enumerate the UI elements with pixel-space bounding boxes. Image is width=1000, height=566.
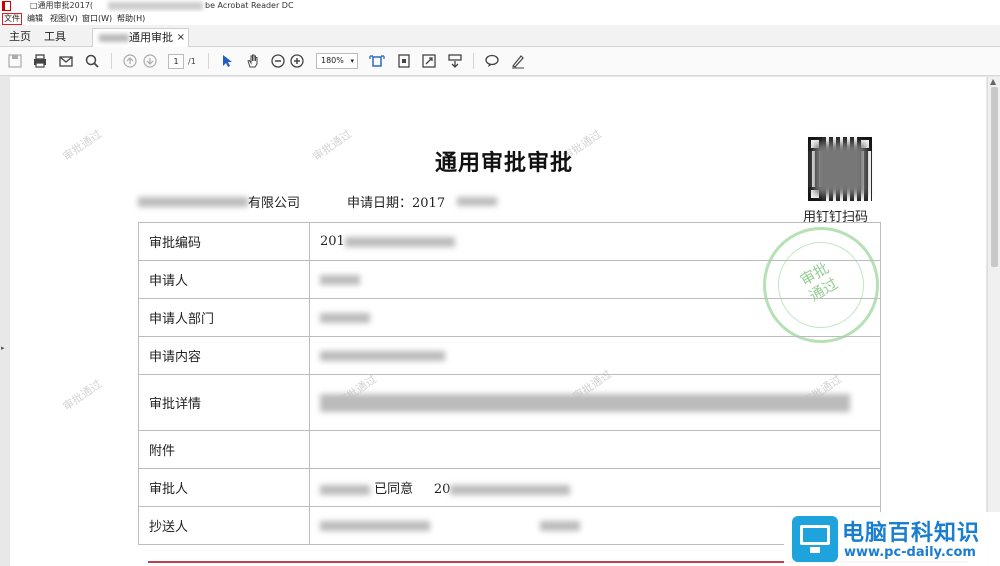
row-label: 申请人	[138, 260, 310, 299]
row-label: 附件	[138, 430, 310, 469]
zoom-out-icon[interactable]	[269, 52, 287, 70]
zoom-in-icon[interactable]	[288, 52, 306, 70]
row-label: 抄送人	[138, 506, 310, 545]
logo-name: 电脑百科知识	[842, 521, 981, 546]
monitor-logo-icon	[792, 516, 838, 562]
menu-bar: 文件 编辑 视图(V) 窗口(W) 帮助(H)	[0, 12, 1000, 25]
pdf-page: 审批通过 审批通过 审批通过 审批通过 审批通过 审批通过 审批通过 通用审批审…	[10, 77, 986, 566]
zoom-level-value: 180%	[321, 56, 344, 65]
page-number-input[interactable]: 1	[168, 54, 184, 69]
redacted-tab-text	[99, 34, 129, 42]
tab-tools[interactable]: 工具	[44, 28, 66, 47]
approval-table: 审批编码 201 申请人 申请人部门 申请内容 审批详情 附件 审批人 已同意 …	[138, 222, 881, 545]
next-page-icon[interactable]	[141, 52, 159, 70]
previous-page-icon[interactable]	[121, 52, 139, 70]
comment-icon[interactable]	[483, 52, 501, 70]
row-value	[309, 374, 881, 431]
search-icon[interactable]	[83, 52, 101, 70]
row-label: 申请人部门	[138, 298, 310, 337]
print-icon[interactable]	[31, 52, 49, 70]
watermark: 审批通过	[60, 377, 105, 414]
title-bar: □通用审批2017( be Acrobat Reader DC	[0, 0, 1000, 12]
chevron-down-icon: ▾	[350, 57, 354, 65]
window-title-prefix: □通用审批2017(	[30, 1, 94, 10]
row-value	[309, 336, 881, 375]
menu-view[interactable]: 视图(V)	[50, 12, 78, 25]
watermark: 审批通过	[310, 127, 355, 164]
acrobat-app-icon	[2, 1, 11, 11]
zoom-level-select[interactable]: 180% ▾	[316, 53, 358, 69]
window-title-suffix: be Acrobat Reader DC	[205, 1, 294, 10]
logo-url: www.pc-daily.com	[844, 545, 976, 560]
apply-date: 申请日期：2017	[347, 196, 446, 211]
toolbar-separator	[473, 53, 474, 69]
tab-bar: 主页 工具 通用审批2... ×	[0, 25, 1000, 61]
document-title: 通用审批审批	[435, 151, 574, 176]
email-icon[interactable]	[57, 52, 75, 70]
hand-tool-icon[interactable]	[244, 52, 262, 70]
fit-page-icon[interactable]	[395, 52, 413, 70]
row-value: 201	[309, 222, 881, 261]
row-label: 审批人	[138, 468, 310, 507]
close-tab-icon[interactable]: ×	[177, 29, 185, 46]
redacted-title	[108, 2, 203, 10]
page-total: /1	[188, 57, 196, 66]
left-panel-toggle[interactable]: ▸	[0, 77, 8, 566]
table-row: 审批详情	[138, 374, 881, 431]
qr-code	[808, 137, 872, 201]
row-label: 申请内容	[138, 336, 310, 375]
row-value	[309, 260, 881, 299]
site-logo: 电脑百科知识 www.pc-daily.com	[784, 512, 1000, 566]
redacted-company-name	[138, 197, 248, 207]
table-row: 附件	[138, 430, 881, 469]
table-row: 申请人	[138, 260, 881, 299]
sign-pen-icon[interactable]	[509, 52, 527, 70]
toolbar-separator	[208, 53, 209, 69]
tab-home[interactable]: 主页	[9, 28, 31, 47]
redacted-date	[457, 197, 497, 206]
company-name: 有限公司	[248, 196, 301, 211]
menu-file[interactable]: 文件	[2, 13, 22, 25]
watermark: 审批通过	[60, 127, 105, 164]
toolbar: 1 /1 180% ▾	[0, 47, 1000, 76]
fit-width-icon[interactable]	[368, 52, 386, 70]
table-row: 审批编码 201	[138, 222, 881, 261]
scroll-mode-icon[interactable]	[446, 52, 464, 70]
row-value	[309, 298, 881, 337]
toolbar-separator	[111, 53, 112, 69]
save-icon[interactable]	[6, 52, 24, 70]
row-value: 已同意 20	[309, 468, 881, 507]
row-label: 审批编码	[138, 222, 310, 261]
select-cursor-icon[interactable]	[218, 52, 236, 70]
menu-window[interactable]: 窗口(W)	[82, 12, 112, 25]
scroll-up-icon[interactable]: ▲	[990, 77, 996, 86]
vertical-scrollbar[interactable]: ▲	[987, 77, 1000, 566]
full-screen-icon[interactable]	[420, 52, 438, 70]
row-label: 审批详情	[138, 374, 310, 431]
table-row: 审批人 已同意 20	[138, 468, 881, 507]
row-value	[309, 430, 881, 469]
chevron-right-icon: ▸	[1, 344, 5, 352]
table-row: 抄送人	[138, 506, 881, 545]
table-row: 申请人部门	[138, 298, 881, 337]
menu-help[interactable]: 帮助(H)	[117, 12, 145, 25]
table-row: 申请内容	[138, 336, 881, 375]
tab-document[interactable]: 通用审批2... ×	[92, 28, 189, 61]
scrollbar-thumb[interactable]	[991, 87, 998, 267]
menu-edit[interactable]: 编辑	[27, 12, 43, 25]
